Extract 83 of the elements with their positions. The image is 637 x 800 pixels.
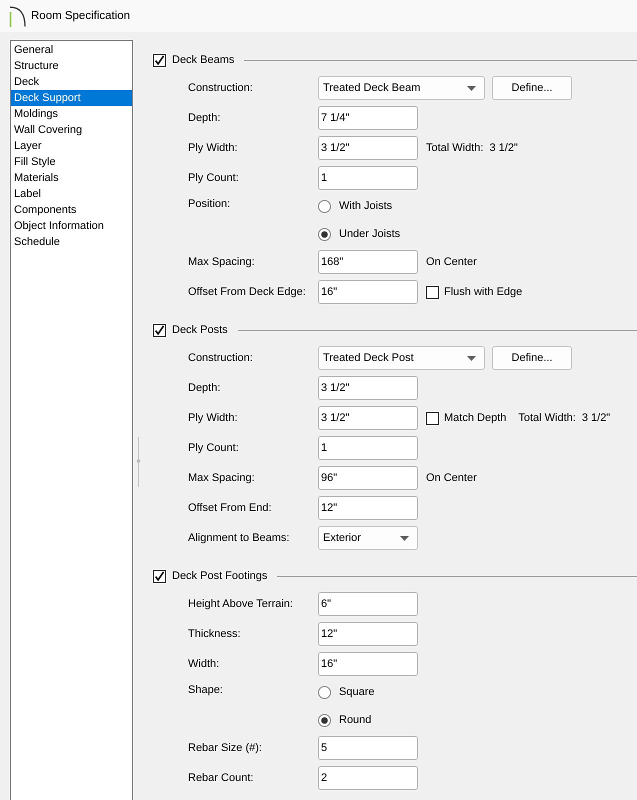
sidebar-item[interactable]: Object Information	[11, 218, 132, 234]
text-field[interactable]: 12"	[318, 622, 418, 646]
field-label: Ply Width:	[188, 412, 239, 424]
dropdown[interactable]: Treated Deck Post	[318, 346, 485, 370]
caret-icon	[467, 86, 476, 90]
checkbox-label: Match Depth	[444, 412, 506, 424]
text-field[interactable]: 2	[318, 766, 418, 790]
sidebar-item[interactable]: Materials	[11, 170, 132, 186]
dropdown[interactable]: Exterior	[318, 526, 418, 550]
info-text: Total Width:	[426, 142, 484, 154]
field-label: Construction:	[188, 352, 254, 364]
sidebar-item[interactable]: Schedule	[11, 234, 132, 250]
field-label: Depth:	[188, 112, 222, 124]
checkbox-label: Deck Posts	[172, 324, 228, 336]
info-text: 3 1/2"	[582, 412, 610, 424]
sidebar-item[interactable]: Structure	[11, 58, 132, 74]
sidebar-item[interactable]: Fill Style	[11, 154, 132, 170]
field-label: Depth:	[188, 382, 222, 394]
sidebar-item[interactable]: Layer	[11, 138, 132, 154]
text-field[interactable]: 3 1/2"	[318, 376, 418, 400]
sidebar-item[interactable]: Wall Covering	[11, 122, 132, 138]
field-label: Rebar Size (#):	[188, 742, 263, 754]
radio-label: With Joists	[339, 200, 392, 212]
checkbox-label: Deck Post Footings	[172, 570, 268, 582]
text-field[interactable]: 16"	[318, 280, 418, 304]
sidebar-item[interactable]: Moldings	[11, 106, 132, 122]
checkbox[interactable]	[153, 324, 166, 336]
splitter-grip[interactable]	[136, 437, 141, 487]
field-label: Max Spacing:	[188, 472, 256, 484]
radio-button[interactable]	[318, 200, 331, 212]
checkbox-label: Deck Beams	[172, 54, 234, 66]
field-label: Thickness:	[188, 628, 242, 640]
field-label: Width:	[188, 658, 220, 670]
radio-button[interactable]	[318, 686, 331, 698]
sidebar-item[interactable]: General	[11, 42, 132, 58]
field-label: Offset From Deck Edge:	[188, 286, 307, 298]
text-field[interactable]: 96"	[318, 466, 418, 490]
text-field[interactable]: 3 1/2"	[318, 406, 418, 430]
text-field[interactable]: 3 1/2"	[318, 136, 418, 160]
radio-button[interactable]	[318, 714, 331, 726]
text-field[interactable]: 7 1/4"	[318, 106, 418, 130]
field-label: Ply Width:	[188, 142, 239, 154]
sidebar-item[interactable]: Deck	[11, 74, 132, 90]
sidebar-item[interactable]: Deck Support	[11, 90, 132, 106]
field-label: Construction:	[188, 82, 254, 94]
sidebar-item[interactable]: Label	[11, 186, 132, 202]
field-label: Rebar Count:	[188, 772, 254, 784]
text-field[interactable]: 16"	[318, 652, 418, 676]
text-field[interactable]: 168"	[318, 250, 418, 274]
radio-label: Square	[339, 686, 374, 698]
sidebar-item[interactable]: Components	[11, 202, 132, 218]
radio-label: Under Joists	[339, 228, 400, 240]
text-field[interactable]: 5	[318, 736, 418, 760]
text-field[interactable]: 1	[318, 436, 418, 460]
field-label: Alignment to Beams:	[188, 532, 290, 544]
info-text: 3 1/2"	[489, 142, 518, 154]
caret-icon	[467, 356, 476, 360]
radio-button[interactable]	[318, 228, 331, 240]
info-text: On Center	[426, 256, 477, 268]
checkbox[interactable]	[426, 412, 439, 424]
checkbox[interactable]	[153, 570, 166, 582]
define-button[interactable]: Define...	[492, 346, 572, 370]
checkbox-label: Flush with Edge	[444, 286, 522, 298]
info-text: On Center	[426, 472, 477, 484]
info-text: Total Width:	[518, 412, 576, 424]
checkbox[interactable]	[153, 54, 166, 66]
window-title: Room Specification	[31, 10, 130, 22]
field-label: Ply Count:	[188, 442, 240, 454]
field-label: Offset From End:	[188, 502, 273, 514]
field-label: Ply Count:	[188, 172, 240, 184]
checkbox[interactable]	[426, 286, 439, 298]
text-field[interactable]: 1	[318, 166, 418, 190]
field-label: Max Spacing:	[188, 256, 256, 268]
define-button[interactable]: Define...	[492, 76, 572, 100]
field-label: Shape:	[188, 683, 224, 698]
dropdown[interactable]: Treated Deck Beam	[318, 76, 485, 100]
caret-icon	[400, 536, 409, 540]
text-field[interactable]: 6"	[318, 592, 418, 616]
arc-icon	[9, 6, 26, 26]
radio-label: Round	[339, 714, 372, 726]
text-field[interactable]: 12"	[318, 496, 418, 520]
field-label: Position:	[188, 197, 232, 212]
field-label: Height Above Terrain:	[188, 598, 294, 610]
